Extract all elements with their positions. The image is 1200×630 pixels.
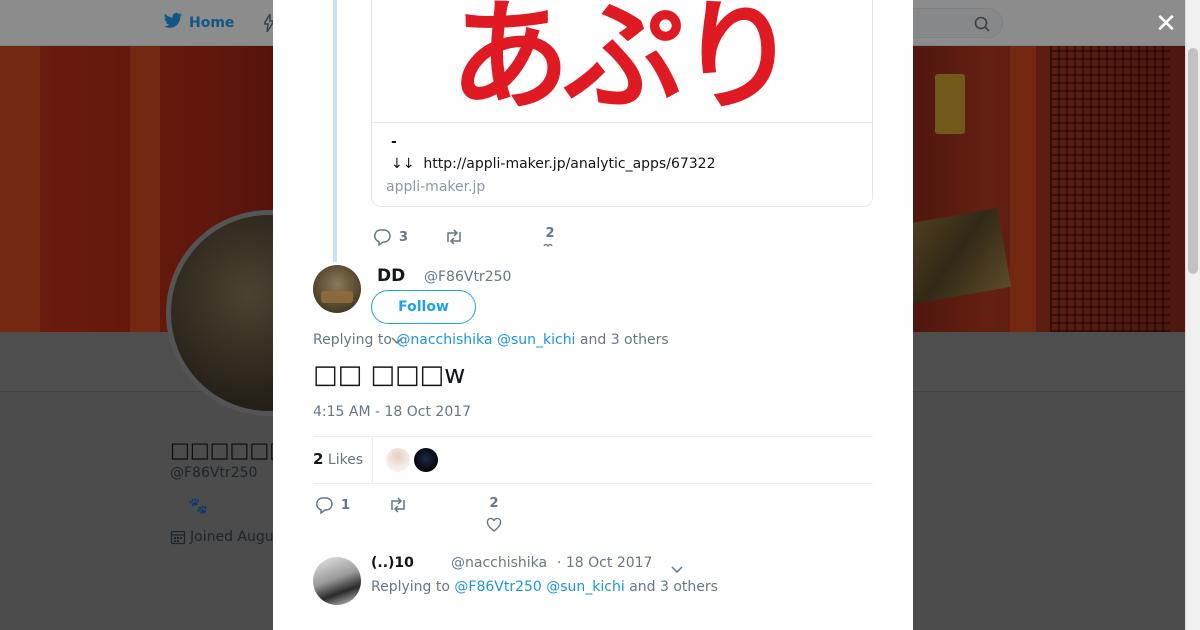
tweet-timestamp[interactable]: 4:15 AM - 18 Oct 2017 — [313, 404, 471, 420]
liker-avatar[interactable] — [414, 448, 438, 472]
reply-author-avatar[interactable] — [313, 557, 361, 605]
reply-icon — [373, 229, 391, 246]
replying-others[interactable]: and 3 others — [580, 332, 669, 348]
parent-tweet-actions: 3 2 — [373, 226, 558, 248]
reply-button[interactable]: 1 — [315, 496, 350, 514]
retweet-icon — [447, 229, 461, 245]
reply-replying-to: Replying to @F86Vtr250 @sun_kichi and 3 … — [371, 579, 718, 595]
tweet-author-name[interactable]: DD — [377, 266, 405, 286]
card-description-2: ↓↓ http://appli-maker.jp/analytic_apps/6… — [386, 153, 858, 175]
replying-others[interactable]: and 3 others — [629, 579, 718, 595]
mention-link[interactable]: @sun_kichi — [497, 332, 576, 348]
tweet-actions: 1 2 — [315, 496, 502, 533]
card-url: http://appli-maker.jp/analytic_apps/6732… — [423, 156, 716, 172]
reply-count: 1 — [341, 497, 351, 513]
card-image-text: あぷり — [450, 0, 798, 123]
scrollbar[interactable] — [1185, 0, 1200, 630]
reply-date[interactable]: · 18 Oct 2017 — [557, 555, 652, 571]
card-description-1: - — [391, 134, 397, 150]
reply-icon — [315, 497, 333, 514]
card-domain: appli-maker.jp — [386, 179, 486, 195]
stats-divider — [372, 437, 373, 484]
mention-link[interactable]: @nacchishika — [396, 332, 492, 348]
tweet-text: □□ □□□w — [313, 360, 466, 390]
tweet-author-handle[interactable]: @F86Vtr250 — [424, 269, 511, 285]
reply-button[interactable]: 3 — [373, 228, 408, 246]
tweet-modal: あぷり - ↓↓ http://appli-maker.jp/analytic_… — [273, 0, 913, 630]
replying-prefix: Replying to — [313, 332, 392, 348]
follow-button[interactable]: Follow — [371, 290, 476, 324]
card-arrows: ↓↓ — [391, 156, 415, 172]
reply-count: 3 — [399, 229, 409, 245]
replying-to: Replying to @nacchishika @sun_kichi and … — [313, 332, 669, 348]
scrollbar-thumb[interactable] — [1188, 48, 1198, 274]
mention-link[interactable]: @F86Vtr250 — [454, 579, 541, 595]
like-button[interactable]: 2 — [542, 226, 558, 248]
link-card[interactable]: あぷり - ↓↓ http://appli-maker.jp/analytic_… — [371, 0, 873, 207]
card-image[interactable]: あぷり — [372, 0, 872, 123]
like-count: 2 — [489, 496, 499, 511]
likes-label: Likes — [327, 452, 364, 468]
reply-author-name[interactable]: (..)10 — [371, 555, 414, 571]
chevron-down-icon[interactable] — [671, 559, 683, 578]
heart-icon — [543, 243, 553, 248]
like-count: 2 — [545, 226, 555, 241]
thread-connector — [333, 0, 337, 262]
heart-icon — [486, 517, 502, 532]
retweet-icon — [391, 497, 405, 513]
reply-author-handle[interactable]: @nacchishika — [451, 555, 547, 571]
close-icon[interactable]: ✕ — [1154, 11, 1178, 37]
likes-count: 2 — [313, 450, 324, 468]
retweet-button[interactable] — [444, 228, 464, 246]
mention-link[interactable]: @sun_kichi — [546, 579, 625, 595]
tweet-author-avatar[interactable] — [313, 265, 361, 313]
retweet-button[interactable] — [388, 496, 408, 514]
replying-prefix: Replying to — [371, 579, 450, 595]
like-button[interactable]: 2 — [486, 496, 502, 533]
liker-avatar[interactable] — [386, 448, 410, 472]
tweet-stats: 2 Likes — [313, 436, 873, 484]
likes-stat[interactable]: 2 Likes — [313, 450, 363, 468]
